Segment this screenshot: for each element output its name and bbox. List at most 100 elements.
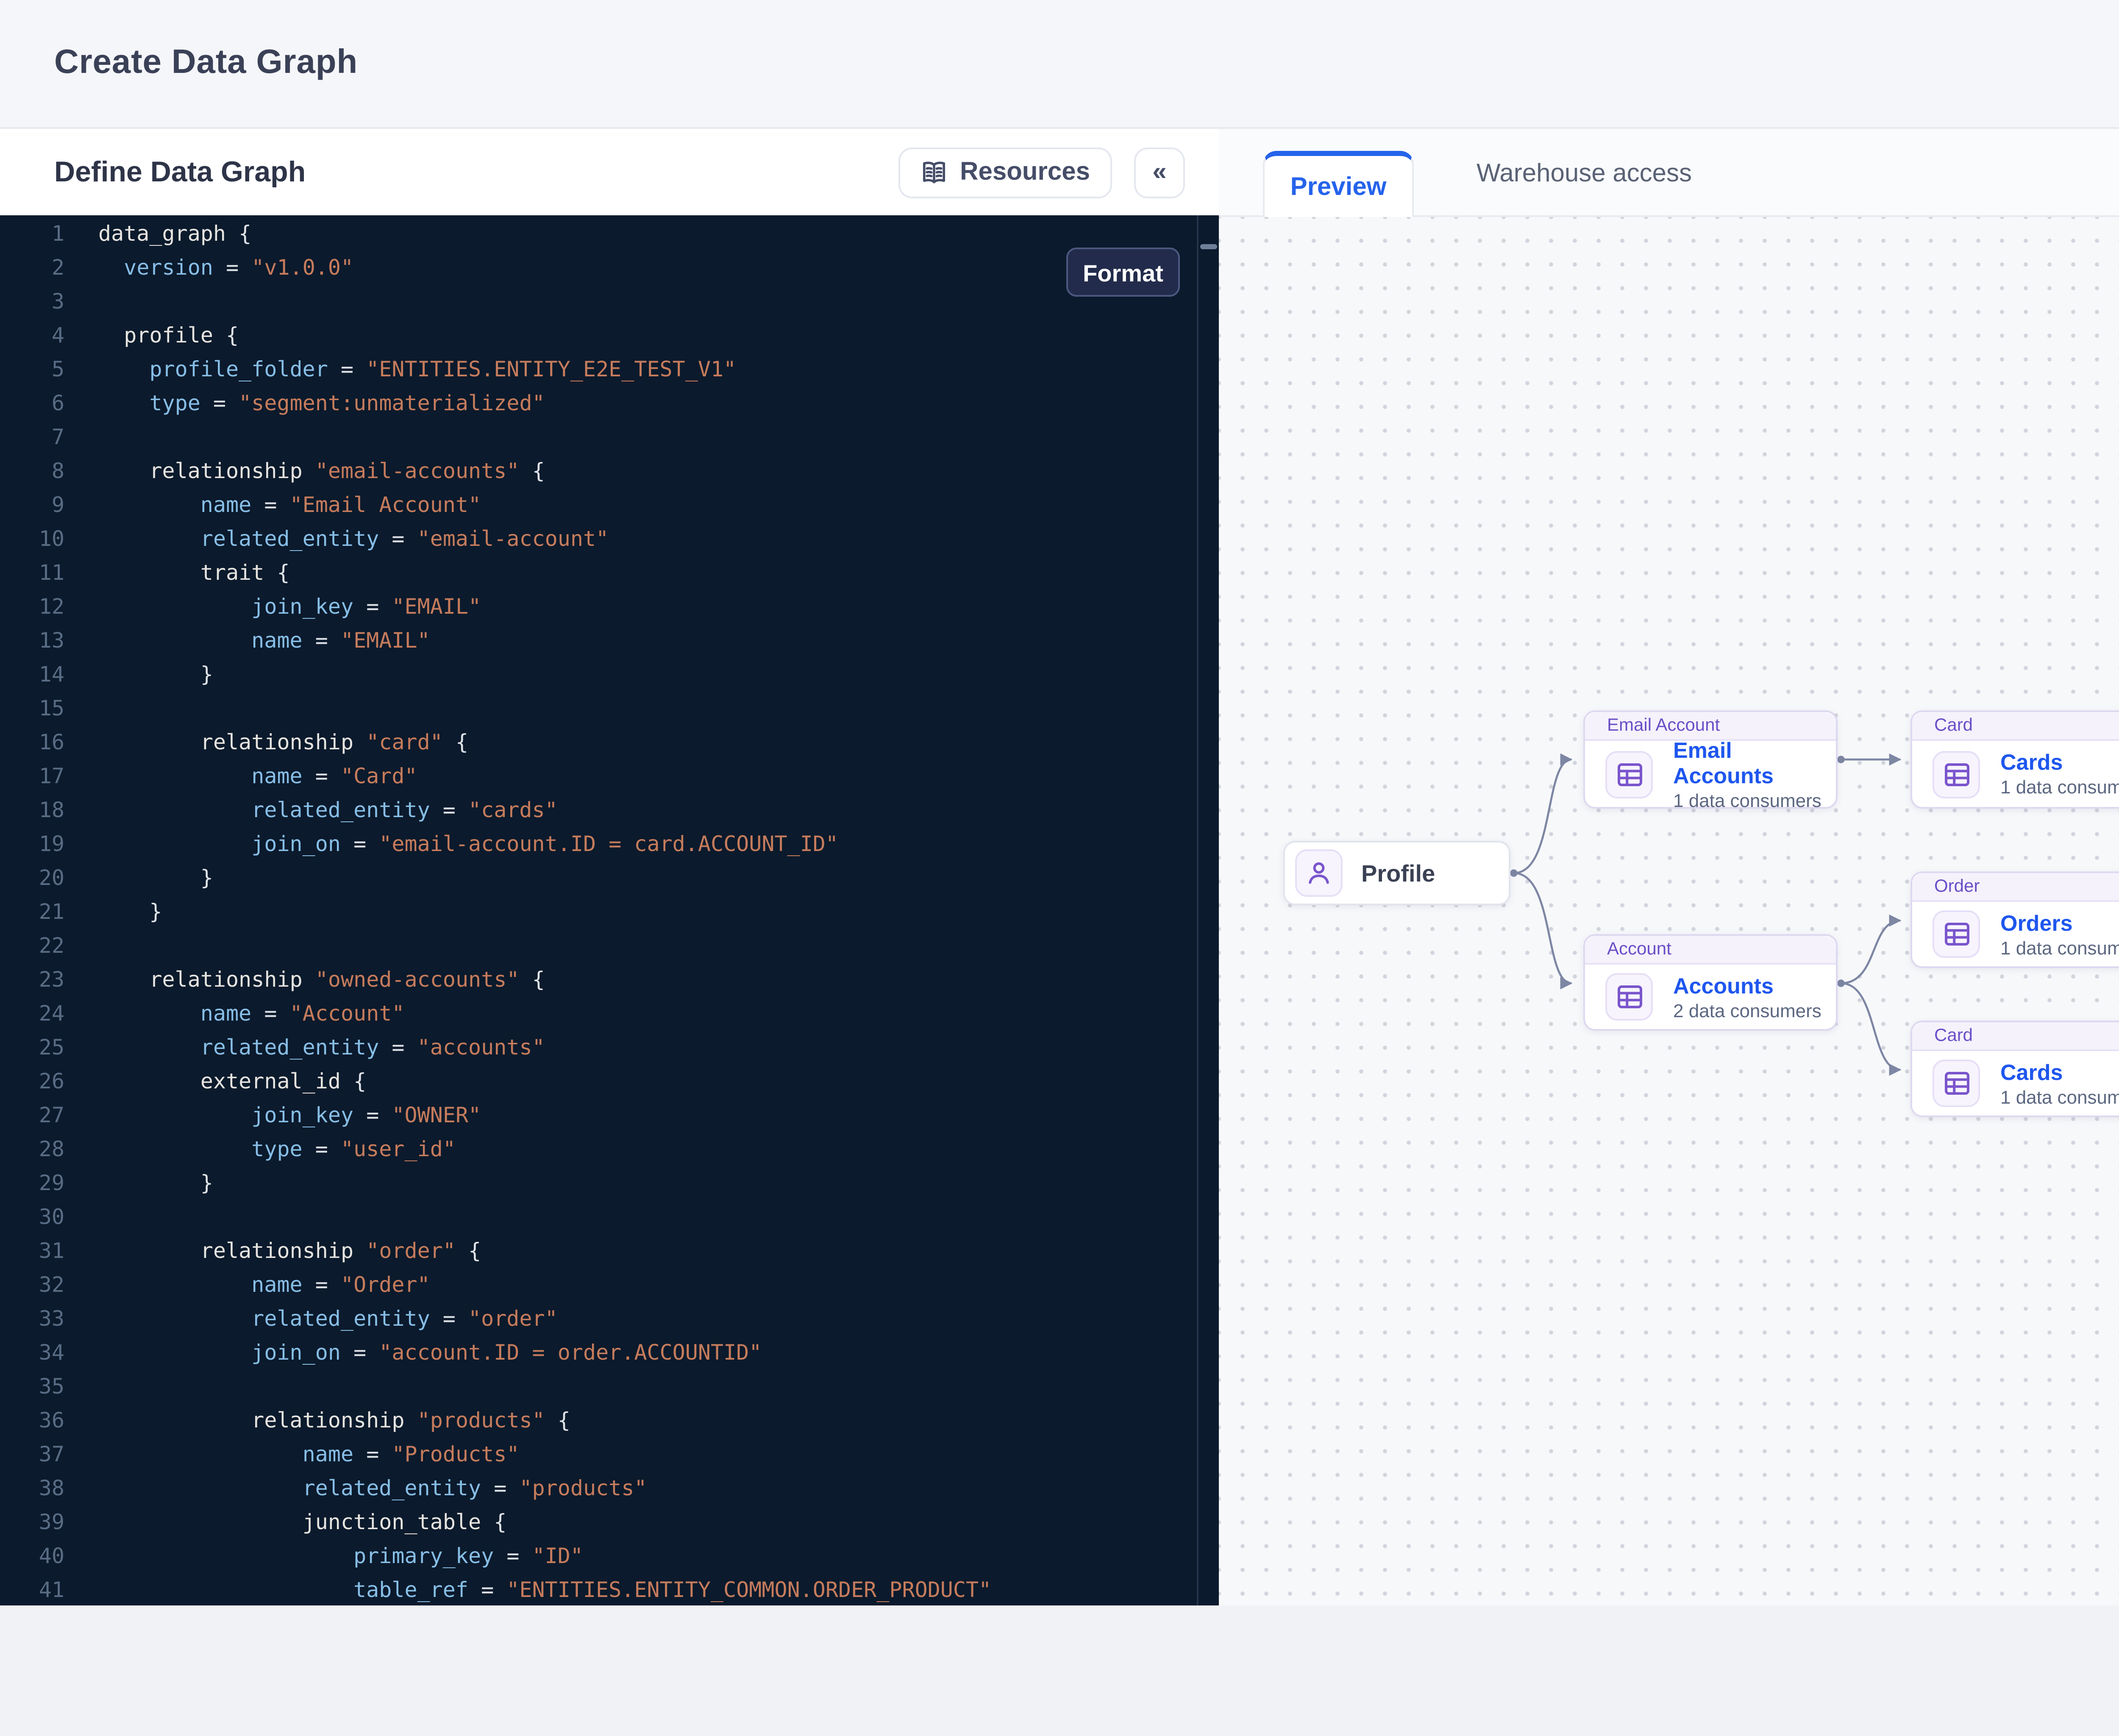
code-line: 21 }: [0, 895, 1197, 929]
node-title[interactable]: Cards: [2000, 749, 2119, 775]
code-line: 19 join_on = "email-account.ID = card.AC…: [0, 827, 1197, 861]
table-icon: [1605, 973, 1653, 1021]
tab-preview[interactable]: Preview: [1263, 151, 1414, 217]
code-line: 10 related_entity = "email-account": [0, 522, 1197, 556]
line-number: 18: [0, 793, 64, 827]
code-line: 5 profile_folder = "ENTITIES.ENTITY_E2E_…: [0, 353, 1197, 387]
line-number: 2: [0, 251, 64, 285]
line-number: 5: [0, 353, 64, 387]
node-profile[interactable]: Profile: [1283, 841, 1510, 905]
node-orders[interactable]: OrderOrders1 data consumers: [1910, 871, 2119, 968]
code-line: 22: [0, 929, 1197, 963]
node-title[interactable]: Accounts: [1673, 972, 1821, 998]
line-number: 23: [0, 963, 64, 997]
resources-button-label: Resources: [960, 158, 1090, 186]
node-header-label: Account: [1585, 936, 1836, 965]
code-editor[interactable]: 1data_graph {2 version = "v1.0.0"34 prof…: [0, 215, 1197, 1605]
line-number: 17: [0, 760, 64, 793]
code-line: 14 }: [0, 658, 1197, 692]
edge-source-handle: [1837, 756, 1845, 763]
code-line: 37 name = "Products": [0, 1438, 1197, 1472]
collapse-panel-button[interactable]: «: [1134, 147, 1185, 198]
edge-accounts-to-orders: [1841, 921, 1900, 983]
edge-profile-to-email-accounts: [1514, 760, 1571, 873]
code-line: 34 join_on = "account.ID = order.ACCOUNT…: [0, 1336, 1197, 1370]
node-subtitle: 1 data consumers: [2000, 938, 2119, 959]
line-number: 40: [0, 1539, 64, 1573]
code-line: 38 related_entity = "products": [0, 1472, 1197, 1505]
line-number: 39: [0, 1505, 64, 1539]
line-number: 6: [0, 387, 64, 420]
book-icon: [921, 159, 948, 186]
code-line: 40 primary_key = "ID": [0, 1539, 1197, 1573]
line-number: 32: [0, 1268, 64, 1302]
node-cards-bottom[interactable]: CardCards1 data consumers: [1910, 1021, 2119, 1117]
line-number: 20: [0, 861, 64, 895]
table-icon: [1933, 750, 1980, 798]
app-header: Create Data Graph Cancel: [0, 0, 2119, 129]
table-icon: [1605, 750, 1653, 798]
line-number: 8: [0, 454, 64, 488]
person-icon: [1295, 849, 1343, 897]
line-number: 36: [0, 1404, 64, 1438]
line-number: 27: [0, 1099, 64, 1132]
node-subtitle: 1 data consumers: [1673, 791, 1836, 811]
edge-profile-to-accounts: [1514, 873, 1571, 983]
line-number: 37: [0, 1438, 64, 1472]
format-button[interactable]: Format: [1066, 248, 1180, 297]
code-line: 8 relationship "email-accounts" {: [0, 454, 1197, 488]
code-line: 2 version = "v1.0.0": [0, 251, 1197, 285]
resources-button[interactable]: Resources: [899, 147, 1112, 198]
table-icon: [1933, 910, 1980, 958]
code-line: 26 external_id {: [0, 1065, 1197, 1099]
line-number: 9: [0, 488, 64, 522]
line-number: 11: [0, 556, 64, 590]
code-line: 33 related_entity = "order": [0, 1302, 1197, 1336]
code-line: 31 relationship "order" {: [0, 1234, 1197, 1268]
line-number: 19: [0, 827, 64, 861]
panel-resizer[interactable]: [1197, 215, 1219, 1605]
node-cards-top[interactable]: CardCards1 data consumer: [1910, 710, 2119, 809]
line-number: 35: [0, 1370, 64, 1404]
tab-warehouse-access[interactable]: Warehouse access: [1456, 129, 1712, 217]
left-panel-actions: Resources «: [899, 147, 1185, 198]
code-line: 27 join_key = "OWNER": [0, 1099, 1197, 1132]
code-line: 11 trait {: [0, 556, 1197, 590]
code-line: 41 table_ref = "ENTITIES.ENTITY_COMMON.O…: [0, 1573, 1197, 1605]
node-subtitle: 1 data consumers: [2000, 1088, 2119, 1108]
code-line: 28 type = "user_id": [0, 1132, 1197, 1166]
line-number: 24: [0, 997, 64, 1031]
code-line: 15: [0, 692, 1197, 726]
code-line: 24 name = "Account": [0, 997, 1197, 1031]
line-number: 14: [0, 658, 64, 692]
node-accounts[interactable]: AccountAccounts2 data consumers: [1583, 934, 1838, 1031]
code-line: 20 }: [0, 861, 1197, 895]
node-title[interactable]: Cards: [2000, 1059, 2119, 1084]
code-line: 6 type = "segment:unmaterialized": [0, 387, 1197, 420]
code-line: 30: [0, 1200, 1197, 1234]
code-line: 7: [0, 420, 1197, 454]
node-email-accounts[interactable]: Email AccountEmail Accounts1 data consum…: [1583, 710, 1838, 809]
line-number: 28: [0, 1132, 64, 1166]
line-number: 29: [0, 1166, 64, 1200]
code-line: 39 junction_table {: [0, 1505, 1197, 1539]
code-line: 32 name = "Order": [0, 1268, 1197, 1302]
code-lines: 1data_graph {2 version = "v1.0.0"34 prof…: [0, 217, 1197, 1605]
app-footer: Save: [0, 1605, 2119, 1736]
line-number: 1: [0, 217, 64, 251]
preview-canvas[interactable]: Profile Email AccountEmail Accounts1 data…: [1219, 217, 2119, 1605]
node-header-label: Card: [1912, 712, 2119, 741]
line-number: 22: [0, 929, 64, 963]
create-data-graph-window: Create Data Graph Cancel Define Data Gra…: [0, 0, 2119, 1736]
code-line: 13 name = "EMAIL": [0, 624, 1197, 658]
code-line: 36 relationship "products" {: [0, 1404, 1197, 1438]
code-line: 4 profile {: [0, 319, 1197, 353]
line-number: 15: [0, 692, 64, 726]
line-number: 31: [0, 1234, 64, 1268]
node-title[interactable]: Email Accounts: [1673, 737, 1836, 787]
edge-source-handle: [1510, 869, 1518, 877]
code-line: 23 relationship "owned-accounts" {: [0, 963, 1197, 997]
edge-accounts-to-cards-bottom: [1841, 983, 1900, 1070]
node-title[interactable]: Orders: [2000, 910, 2119, 935]
code-line: 35: [0, 1370, 1197, 1404]
